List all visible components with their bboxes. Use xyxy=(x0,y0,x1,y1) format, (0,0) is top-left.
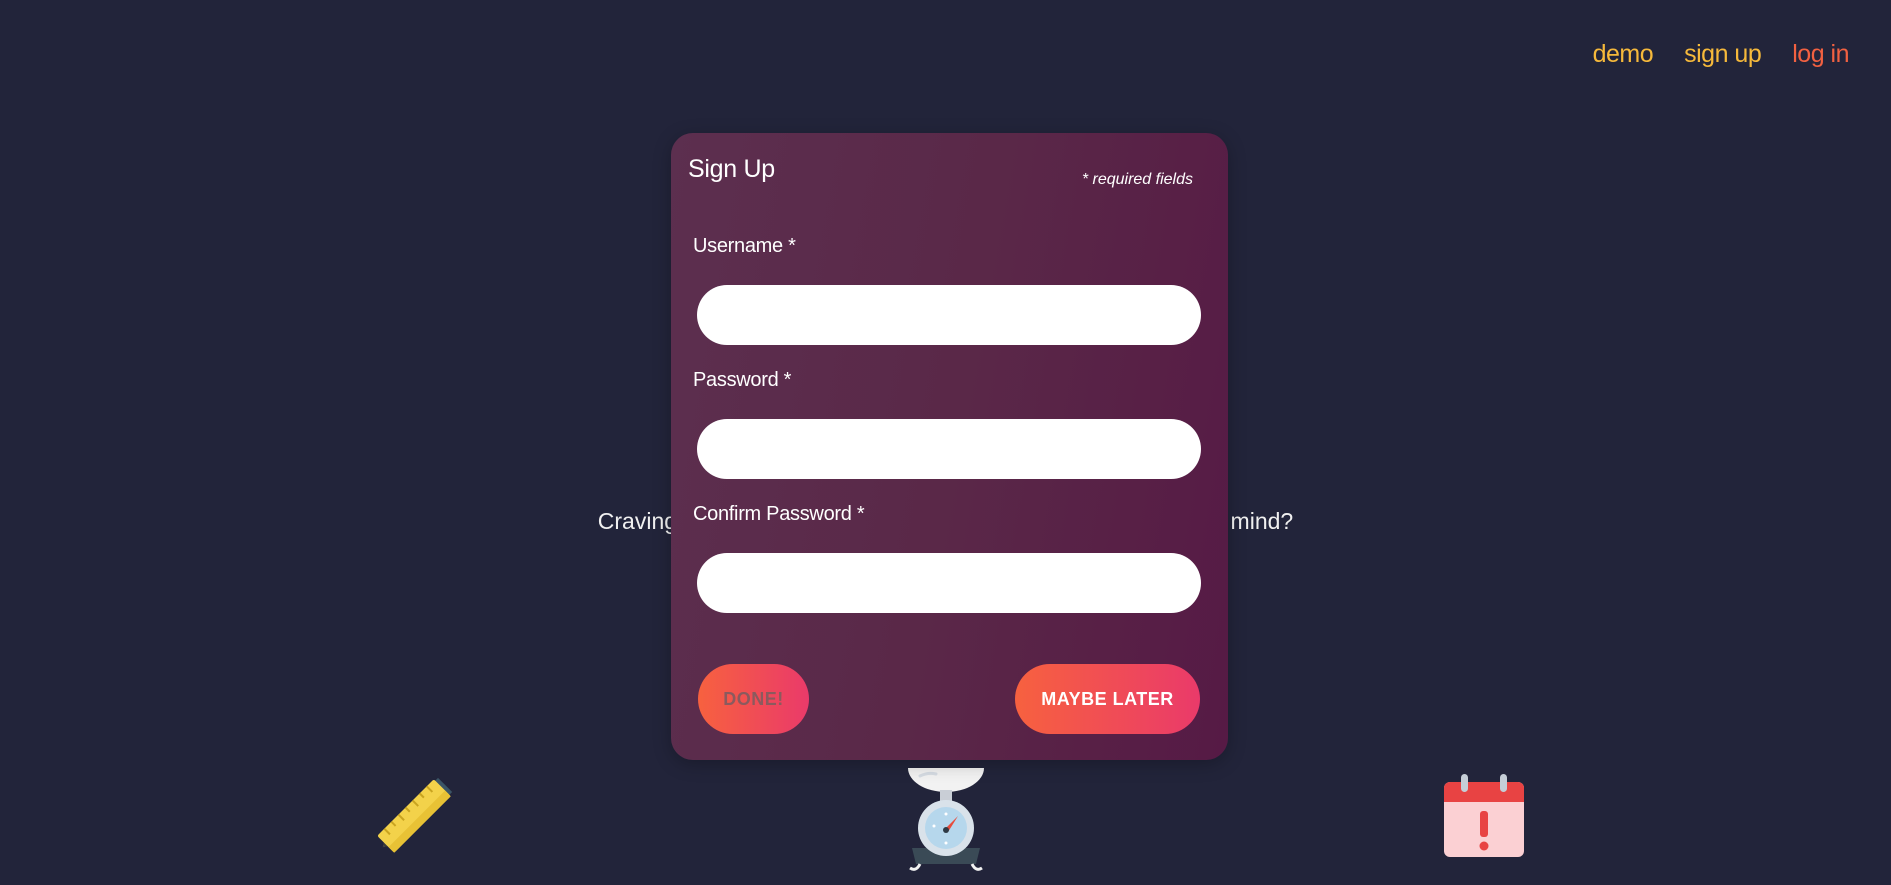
username-label: Username * xyxy=(693,235,796,257)
password-input[interactable] xyxy=(697,419,1201,479)
password-label: Password * xyxy=(693,369,792,391)
maybe-later-button[interactable]: MAYBE LATER xyxy=(1015,664,1200,734)
required-fields-note: * required fields xyxy=(1081,171,1193,188)
confirm-password-input[interactable] xyxy=(697,553,1201,613)
calendar-alert-icon xyxy=(1444,774,1524,857)
kitchen-scale-icon xyxy=(908,768,984,871)
done-button[interactable]: DONE! xyxy=(698,664,809,734)
nav-login-link[interactable]: log in xyxy=(1792,40,1849,69)
nav-demo-link[interactable]: demo xyxy=(1593,40,1654,69)
confirm-password-label: Confirm Password * xyxy=(693,503,865,525)
username-input[interactable] xyxy=(697,285,1201,345)
nav-signup-link[interactable]: sign up xyxy=(1684,40,1762,69)
signup-modal: Sign Up * required fields Username * Pas… xyxy=(671,133,1228,760)
modal-title: Sign Up xyxy=(688,155,775,183)
ruler-pencil-icon xyxy=(378,777,453,853)
top-nav: demo sign up log in xyxy=(1593,40,1850,69)
